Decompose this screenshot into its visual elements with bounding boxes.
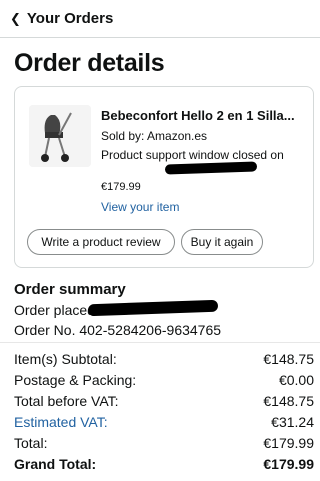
divider [0,342,320,343]
row-label: Item(s) Subtotal: [14,351,117,367]
redaction-mark [87,299,219,317]
write-review-button[interactable]: Write a product review [27,229,175,255]
item-price: €179.99 [101,181,141,193]
row-value: €179.99 [263,435,314,451]
page-title: Order details [14,49,165,77]
sold-by-text: Sold by: Amazon.es [101,129,208,143]
order-number: Order No. 402-5284206-9634765 [14,322,222,338]
row-label: Total before VAT: [14,393,119,409]
product-thumbnail[interactable] [29,105,91,167]
chevron-left-icon[interactable]: ❮ [10,11,21,27]
row-value: €179.99 [263,456,314,472]
grand-total-row: Grand Total: €179.99 [14,456,314,476]
buy-again-button[interactable]: Buy it again [181,229,263,255]
redaction-mark [164,161,258,175]
total-before-vat-row: Total before VAT: €148.75 [14,393,314,413]
estimated-vat-row: Estimated VAT: €31.24 [14,414,314,434]
postage-row: Postage & Packing: €0.00 [14,372,314,392]
row-value: €31.24 [271,414,314,430]
row-label: Postage & Packing: [14,372,137,388]
row-value: €0.00 [278,372,314,388]
back-to-orders-link[interactable]: Your Orders [27,10,113,27]
order-summary-title: Order summary [14,281,126,298]
row-value: €148.75 [263,351,314,367]
order-item-card: Bebeconfort Hello 2 en 1 Silla... Sold b… [14,86,314,268]
row-label: Grand Total: [14,456,97,472]
top-nav-bar: ❮ Your Orders [0,0,320,38]
total-row: Total: €179.99 [14,435,314,455]
stroller-image [29,105,91,167]
row-label: Total: [14,435,48,451]
order-placed-label: Order placed [14,302,95,318]
product-title[interactable]: Bebeconfort Hello 2 en 1 Silla... [101,108,307,123]
support-window-text: Product support window closed on [101,148,284,162]
row-value: €148.75 [263,393,314,409]
estimated-vat-link[interactable]: Estimated VAT: [14,414,108,434]
view-item-link[interactable]: View your item [101,200,179,214]
subtotal-row: Item(s) Subtotal: €148.75 [14,351,314,371]
